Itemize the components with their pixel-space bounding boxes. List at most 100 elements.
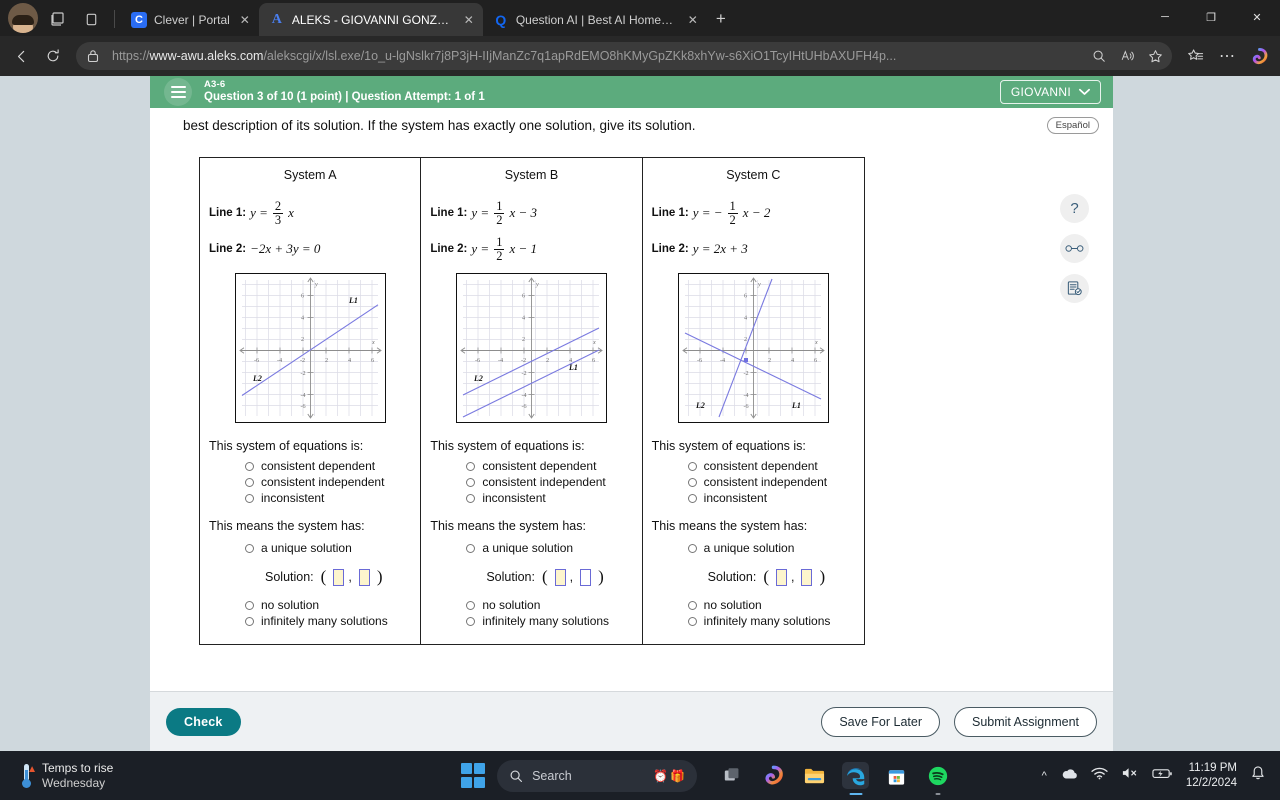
search-input[interactable]: Search ⏰ 🎁 (497, 759, 698, 792)
radio-button[interactable] (687, 543, 697, 553)
system-column-b: System B Line 1: y = 1 2 x − 3 Line 2: y… (421, 158, 643, 644)
maximize-button[interactable]: ❐ (1188, 0, 1234, 34)
back-button[interactable] (6, 41, 36, 71)
copilot-icon[interactable] (760, 762, 787, 789)
solution-x-input[interactable] (333, 568, 345, 586)
radio-button[interactable] (687, 493, 697, 503)
radio-option[interactable]: infinitely many solutions (245, 614, 411, 628)
new-tab-button[interactable]: + (707, 5, 735, 33)
browser-tab-1[interactable]: A ALEKS - GIOVANNI GONZALEZ - A ✕ (258, 3, 483, 36)
system-c-q1-options: consistent dependent consistent independ… (687, 459, 855, 505)
radio-button[interactable] (245, 543, 254, 553)
infinity-icon[interactable] (1060, 234, 1089, 263)
radio-button[interactable] (245, 461, 254, 471)
radio-option[interactable]: consistent independent (687, 475, 855, 489)
solution-y-input[interactable] (580, 568, 592, 586)
weather-widget[interactable]: ▲ Temps to rise Wednesday (0, 761, 370, 791)
start-button-icon[interactable] (460, 763, 486, 788)
read-aloud-icon[interactable] (1116, 45, 1138, 67)
radio-option[interactable]: inconsistent (245, 491, 411, 505)
reload-button[interactable] (38, 41, 68, 71)
svg-text:-2: -2 (521, 357, 526, 364)
radio-option[interactable]: consistent dependent (687, 459, 855, 473)
browser-tab-0[interactable]: C Clever | Portal ✕ (121, 3, 259, 36)
chevron-up-icon[interactable]: ^ (1042, 770, 1047, 782)
radio-option[interactable]: no solution (466, 598, 632, 612)
close-window-button[interactable]: ✕ (1234, 0, 1280, 34)
split-screen-icon[interactable] (40, 2, 74, 36)
svg-text:-6: -6 (254, 357, 259, 364)
radio-option[interactable]: a unique solution (245, 541, 411, 555)
radio-option[interactable]: infinitely many solutions (466, 614, 632, 628)
profile-avatar[interactable] (8, 3, 38, 33)
radio-option[interactable]: inconsistent (466, 491, 632, 505)
radio-button[interactable] (687, 600, 697, 610)
menu-icon[interactable] (164, 78, 192, 106)
solution-x-input[interactable] (554, 568, 566, 586)
user-menu-button[interactable]: GIOVANNI (999, 80, 1101, 104)
tab-close-icon[interactable]: ✕ (461, 12, 477, 28)
radio-button[interactable] (245, 616, 254, 626)
task-view-icon[interactable] (719, 762, 746, 789)
radio-option[interactable]: inconsistent (687, 491, 855, 505)
microsoft-store-icon[interactable] (883, 762, 910, 789)
radio-option[interactable]: a unique solution (466, 541, 632, 555)
radio-option[interactable]: a unique solution (687, 541, 855, 555)
submit-assignment-button[interactable]: Submit Assignment (954, 706, 1097, 737)
radio-button[interactable] (687, 461, 697, 471)
radio-button[interactable] (466, 461, 476, 471)
tab-title: ALEKS - GIOVANNI GONZALEZ - A (291, 12, 454, 27)
zoom-out-icon[interactable] (1088, 45, 1110, 67)
radio-button[interactable] (466, 477, 476, 487)
file-explorer-icon[interactable] (801, 762, 828, 789)
save-for-later-button[interactable]: Save For Later (821, 706, 940, 737)
radio-option[interactable]: no solution (245, 598, 411, 612)
radio-button[interactable] (687, 477, 697, 487)
radio-option[interactable]: infinitely many solutions (687, 614, 855, 628)
question-prompt: best description of its solution. If the… (183, 118, 696, 133)
svg-text:2: 2 (546, 357, 549, 364)
radio-button[interactable] (687, 616, 697, 626)
alarm-clock-icon[interactable]: ⏰ (653, 769, 668, 783)
spotify-icon[interactable] (924, 762, 951, 795)
radio-button[interactable] (245, 493, 254, 503)
radio-button[interactable] (466, 543, 476, 553)
tab-actions-icon[interactable] (74, 2, 108, 36)
collections-icon[interactable] (1180, 41, 1210, 71)
taskbar-clock[interactable]: 11:19 PM 12/2/2024 (1186, 761, 1237, 790)
tab-close-icon[interactable]: ✕ (685, 12, 701, 28)
gift-icon[interactable]: 🎁 (670, 769, 685, 783)
onedrive-icon[interactable] (1060, 767, 1078, 785)
radio-button[interactable] (466, 616, 476, 626)
volume-mute-icon[interactable] (1121, 766, 1139, 785)
close-paren: ) (598, 567, 604, 586)
solution-y-input[interactable] (358, 568, 370, 586)
edge-icon[interactable] (842, 762, 870, 795)
radio-button[interactable] (466, 493, 476, 503)
line2-equation: −2x + 3y = 0 (250, 241, 321, 256)
notification-bell-icon[interactable] (1250, 765, 1266, 787)
radio-option[interactable]: consistent independent (466, 475, 632, 489)
wifi-icon[interactable] (1091, 767, 1108, 785)
more-options-icon[interactable]: ⋯ (1212, 41, 1242, 71)
solution-x-input[interactable] (775, 568, 787, 586)
favorite-star-icon[interactable] (1144, 45, 1166, 67)
battery-icon[interactable] (1152, 767, 1173, 785)
radio-button[interactable] (245, 600, 254, 610)
check-button[interactable]: Check (166, 707, 241, 736)
notes-icon[interactable] (1060, 274, 1089, 303)
tab-close-icon[interactable]: ✕ (237, 12, 253, 28)
browser-tab-2[interactable]: Q Question AI | Best AI Homework H ✕ (483, 3, 707, 36)
address-bar[interactable]: https://www-awu.aleks.com/alekscgi/x/lsl… (76, 42, 1172, 70)
radio-button[interactable] (466, 600, 476, 610)
help-icon[interactable]: ? (1060, 194, 1089, 223)
radio-label: a unique solution (482, 541, 574, 555)
radio-option[interactable]: consistent dependent (466, 459, 632, 473)
radio-button[interactable] (245, 477, 254, 487)
radio-option[interactable]: consistent independent (245, 475, 411, 489)
solution-y-input[interactable] (801, 568, 813, 586)
radio-option[interactable]: consistent dependent (245, 459, 411, 473)
minimize-button[interactable]: ─ (1142, 0, 1188, 34)
copilot-icon[interactable] (1244, 41, 1274, 71)
radio-option[interactable]: no solution (687, 598, 855, 612)
